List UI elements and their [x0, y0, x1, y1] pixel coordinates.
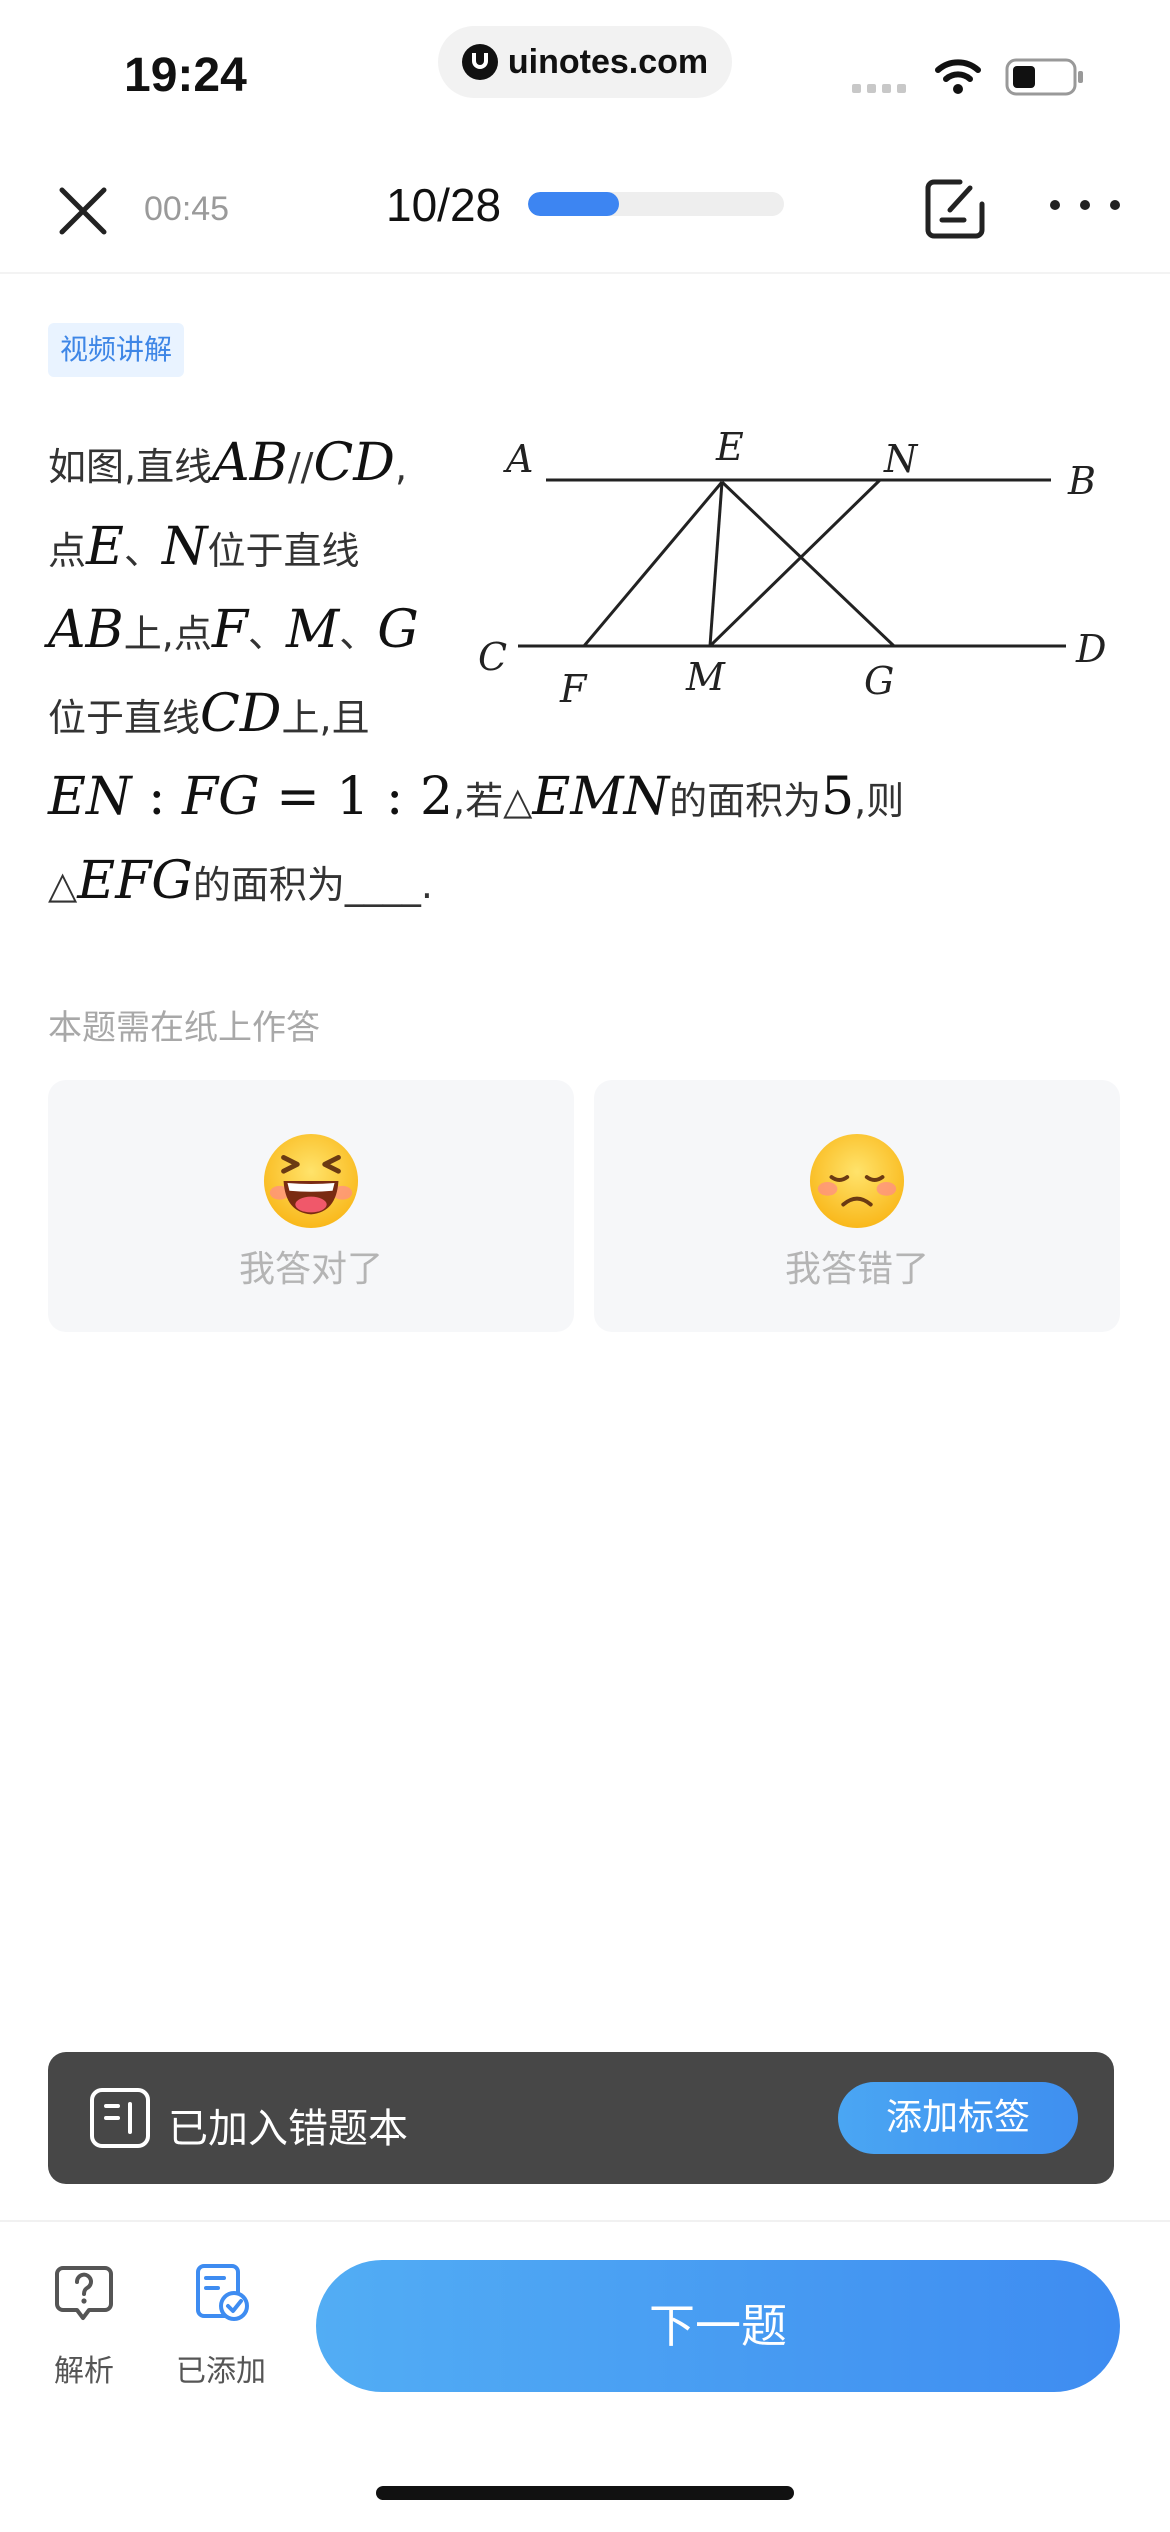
math-ratio: = 1 : 2 — [259, 767, 454, 827]
question-text: △ — [48, 863, 78, 907]
wifi-icon — [935, 59, 981, 94]
question-text: 的面积为____. — [192, 863, 433, 907]
answer-correct-label: 我答对了 — [238, 1249, 383, 1290]
analysis-label: 解析 — [54, 2354, 114, 2389]
question-line-6: △EFG的面积为____. — [48, 855, 433, 907]
home-indicator — [376, 2486, 794, 2500]
paper-answer-hint: 本题需在纸上作答 — [48, 1008, 320, 1048]
added-label: 已添加 — [176, 2354, 266, 2389]
answer-correct-button[interactable]: 我答对了 — [48, 1080, 574, 1332]
question-text: 上,点 — [123, 612, 212, 656]
video-explanation-tag[interactable]: 视频讲解 — [48, 323, 185, 377]
question-text: 位于直线 — [207, 529, 360, 573]
question-line-5: EN : FG = 1 : 2,若△EMN的面积为5,则 — [48, 771, 904, 823]
bottom-divider — [0, 2220, 1170, 2222]
signal-icon — [852, 84, 906, 93]
question-text: 位于直线 — [48, 696, 201, 740]
question-text: ,若△ — [453, 779, 533, 823]
url-text: uinotes.com — [507, 42, 709, 81]
question-text: , — [394, 445, 408, 489]
label-c: C — [478, 635, 507, 679]
label-n: N — [883, 437, 919, 481]
math-colon: : — [131, 767, 183, 827]
label-d: D — [1075, 627, 1106, 671]
math-cd: CD — [313, 433, 395, 493]
math-f: F — [211, 600, 248, 660]
question-line-1: 如图,直线AB//CD, — [48, 437, 407, 489]
close-icon[interactable] — [50, 178, 116, 244]
added-to-book-button[interactable]: 已添加 — [168, 2262, 274, 2392]
battery-icon — [1005, 58, 1083, 96]
math-fg: FG — [182, 767, 260, 827]
math-cd: CD — [200, 684, 282, 744]
toast-message: 已加入错题本 — [168, 2106, 408, 2152]
question-line-2: 点E、N位于直线 — [48, 521, 360, 573]
math-efg: EFG — [77, 851, 193, 911]
label-f: F — [559, 667, 588, 710]
math-five: 5 — [821, 767, 855, 827]
label-b: B — [1067, 459, 1096, 503]
label-g: G — [864, 659, 894, 703]
math-m: M — [285, 600, 340, 660]
question-text: 点 — [48, 529, 87, 573]
progress-text: 10/28 — [386, 179, 502, 231]
question-bubble-icon — [55, 2266, 113, 2320]
next-question-button[interactable]: 下一题 — [316, 2260, 1120, 2392]
question-text: // — [287, 445, 314, 489]
more-icon[interactable] — [1050, 190, 1120, 220]
label-a: A — [503, 437, 533, 481]
wrong-book-icon — [90, 2088, 150, 2148]
label-e: E — [715, 425, 744, 469]
sad-emoji-icon — [809, 1133, 905, 1229]
top-toolbar: 00:45 10/28 — [0, 150, 1170, 274]
question-line-4: 位于直线CD上,且 — [48, 688, 370, 740]
status-bar: 19:24 uinotes.com — [0, 0, 1170, 150]
url-pill[interactable]: uinotes.com — [438, 26, 732, 98]
answer-wrong-button[interactable]: 我答错了 — [594, 1080, 1120, 1332]
question-text: ,则 — [854, 779, 905, 823]
math-e: E — [86, 517, 124, 577]
added-check-icon — [196, 2264, 249, 2321]
question-text: 的面积为 — [669, 779, 822, 823]
math-n: N — [162, 517, 208, 577]
math-ab: AB — [212, 433, 288, 493]
question-text: 、 — [123, 529, 162, 573]
math-ab: AB — [48, 600, 124, 660]
progress-fill — [528, 192, 620, 216]
add-tag-button[interactable]: 添加标签 — [838, 2082, 1078, 2154]
answer-wrong-label: 我答错了 — [784, 1249, 929, 1290]
question-text: 、 — [339, 612, 378, 656]
math-emn: EMN — [532, 767, 670, 827]
laughing-emoji-icon — [263, 1133, 359, 1229]
question-line-3: AB上,点F、M、G — [48, 604, 419, 656]
label-m: M — [685, 655, 726, 699]
wrong-book-toast: 已加入错题本 添加标签 — [48, 2052, 1114, 2184]
math-en: EN — [48, 767, 132, 827]
question-text: 如图,直线 — [48, 445, 213, 489]
geometry-figure: A E N B C F M G D — [478, 425, 1106, 710]
analysis-button[interactable]: 解析 — [44, 2262, 124, 2392]
question-text: 上,且 — [281, 696, 370, 740]
math-g: G — [377, 600, 419, 660]
status-time: 19:24 — [124, 49, 247, 102]
site-logo-icon — [461, 44, 498, 80]
question-text: 、 — [247, 612, 286, 656]
timer: 00:45 — [144, 190, 230, 228]
note-edit-icon[interactable] — [920, 174, 990, 244]
progress-bar — [528, 192, 784, 216]
